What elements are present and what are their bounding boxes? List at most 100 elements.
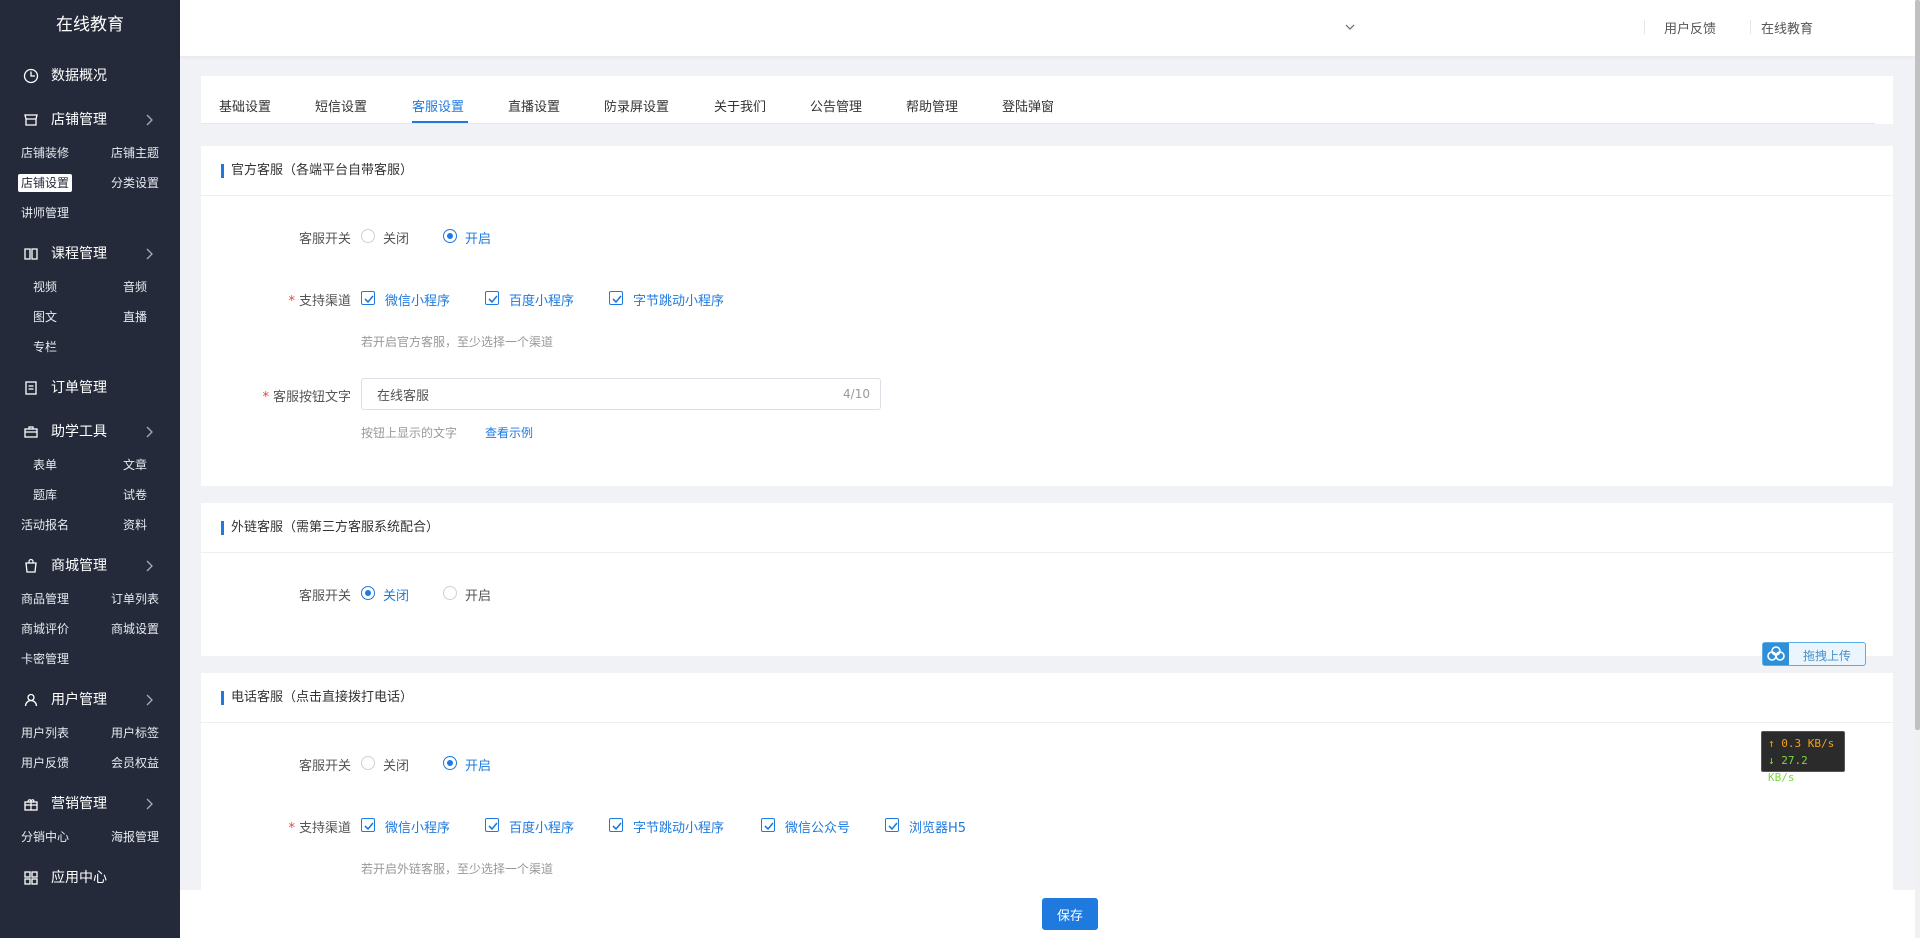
user-feedback-link[interactable]: 用户反馈 xyxy=(1664,18,1716,37)
sidebar-group-users[interactable]: 用户管理 xyxy=(0,682,180,718)
sidebar-item-store-settings[interactable]: 店铺设置 xyxy=(0,168,90,198)
section-title: 官方客服（各端平台自带客服） xyxy=(201,146,1893,196)
sidebar-item-materials[interactable]: 资料 xyxy=(90,510,180,540)
sidebar-item-distribution[interactable]: 分销中心 xyxy=(0,822,90,852)
external-service-card: 外链客服（需第三方客服系统配合） 客服开关 关闭 开启 xyxy=(201,503,1893,656)
sidebar-group-marketing[interactable]: 营销管理 xyxy=(0,786,180,822)
official-channel-baidu-mini-checkbox[interactable]: 百度小程序 xyxy=(485,290,574,309)
phone-channel-wechat-mini-checkbox[interactable]: 微信小程序 xyxy=(361,817,450,836)
official-service-card: 官方客服（各端平台自带客服） 客服开关 关闭 开启 * 支持渠道 微信小程序 百度… xyxy=(201,146,1893,486)
phone-channel-wechat-official-checkbox[interactable]: 微信公众号 xyxy=(761,817,850,836)
sidebar-item-user-feedback[interactable]: 用户反馈 xyxy=(0,748,90,778)
drag-upload-widget[interactable]: 拖拽上传 xyxy=(1762,642,1866,666)
official-channel-wechat-mini-checkbox[interactable]: 微信小程序 xyxy=(361,290,450,309)
vertical-scrollbar[interactable] xyxy=(1915,0,1920,938)
sidebar-item-mall-settings[interactable]: 商城设置 xyxy=(90,614,180,644)
sidebar-group-apps[interactable]: 应用中心 xyxy=(0,860,180,896)
gift-icon xyxy=(24,799,38,811)
sidebar-item-column[interactable]: 专栏 xyxy=(0,332,90,362)
tab-customer-service[interactable]: 客服设置 xyxy=(412,96,464,115)
sidebar-item-video[interactable]: 视频 xyxy=(0,272,90,302)
section-title: 电话客服（点击直接拨打电话） xyxy=(201,673,1893,723)
tab-anti-record[interactable]: 防录屏设置 xyxy=(604,96,669,115)
phone-channel-h5-checkbox[interactable]: 浏览器H5 xyxy=(885,817,966,836)
chevron-right-icon xyxy=(146,426,153,438)
sidebar-item-article[interactable]: 图文 xyxy=(0,302,90,332)
sidebar-item-store-decor[interactable]: 店铺装修 xyxy=(0,138,90,168)
sidebar-item-form[interactable]: 表单 xyxy=(0,450,90,480)
external-switch-off-radio[interactable]: 关闭 xyxy=(361,585,409,604)
tab-help[interactable]: 帮助管理 xyxy=(906,96,958,115)
sidebar-item-user-tags[interactable]: 用户标签 xyxy=(90,718,180,748)
settings-tabs: 基础设置 短信设置 客服设置 直播设置 防录屏设置 关于我们 公告管理 帮助管理… xyxy=(201,76,1893,124)
upload-text: 拖拽上传 xyxy=(1803,649,1852,663)
tab-login-popup[interactable]: 登陆弹窗 xyxy=(1002,96,1054,115)
save-button[interactable]: 保存 xyxy=(1042,898,1098,930)
sidebar-item-live[interactable]: 直播 xyxy=(90,302,180,332)
sidebar-item-products[interactable]: 商品管理 xyxy=(0,584,90,614)
sidebar-item-posters[interactable]: 海报管理 xyxy=(90,822,180,852)
sidebar-group-store[interactable]: 店铺管理 xyxy=(0,102,180,138)
scrollbar-thumb[interactable] xyxy=(1915,0,1920,730)
button-text-input[interactable] xyxy=(362,379,802,409)
sidebar-item-reviews[interactable]: 商城评价 xyxy=(0,614,90,644)
sidebar-group-orders[interactable]: 订单管理 xyxy=(0,370,180,406)
official-switch-off-radio[interactable]: 关闭 xyxy=(361,228,409,247)
phone-channel-baidu-mini-checkbox[interactable]: 百度小程序 xyxy=(485,817,574,836)
official-switch-on-radio[interactable]: 开启 xyxy=(443,228,491,247)
chevron-right-icon xyxy=(146,248,153,260)
order-icon xyxy=(25,381,37,395)
official-channel-bytedance-mini-checkbox[interactable]: 字节跳动小程序 xyxy=(609,290,724,309)
store-icon xyxy=(24,114,38,126)
sidebar-item-exam[interactable]: 试卷 xyxy=(90,480,180,510)
sidebar-item-question-bank[interactable]: 题库 xyxy=(0,480,90,510)
tab-notice[interactable]: 公告管理 xyxy=(810,96,862,115)
phone-service-card: 电话客服（点击直接拨打电话） 客服开关 关闭 开启 * 支持渠道 微信小程序 百度… xyxy=(201,673,1893,890)
user-icon xyxy=(24,693,38,707)
sidebar-item-post[interactable]: 文章 xyxy=(90,450,180,480)
bag-icon xyxy=(25,558,37,573)
tab-about[interactable]: 关于我们 xyxy=(714,96,766,115)
phone-channel-bytedance-mini-checkbox[interactable]: 字节跳动小程序 xyxy=(609,817,724,836)
sidebar-item-membership[interactable]: 会员权益 xyxy=(90,748,180,778)
tab-sms[interactable]: 短信设置 xyxy=(315,96,367,115)
phone-switch-off-radio[interactable]: 关闭 xyxy=(361,755,409,774)
cloud-icon xyxy=(1763,643,1789,665)
view-example-link[interactable]: 查看示例 xyxy=(485,426,533,440)
chevron-right-icon xyxy=(146,114,153,126)
sidebar-item-label: 数据概况 xyxy=(51,68,107,84)
sidebar-item-signup[interactable]: 活动报名 xyxy=(0,510,90,540)
header-divider xyxy=(1644,20,1645,34)
sidebar-group-tools[interactable]: 助学工具 xyxy=(0,414,180,450)
tab-live[interactable]: 直播设置 xyxy=(508,96,560,115)
sidebar: 在线教育 数据概况 店铺管理 店铺装修 店铺主题 店铺设置 分类设置 讲师管理 … xyxy=(0,0,180,938)
account-menu[interactable]: 在线教育 xyxy=(1761,18,1813,37)
bottom-action-bar: 保存 xyxy=(180,890,1915,938)
sidebar-item-category[interactable]: 分类设置 xyxy=(90,168,180,198)
book-icon xyxy=(24,248,38,260)
sidebar-item-store-theme[interactable]: 店铺主题 xyxy=(90,138,180,168)
chevron-right-icon xyxy=(146,694,153,706)
sidebar-item-order-list[interactable]: 订单列表 xyxy=(90,584,180,614)
sidebar-group-label: 订单管理 xyxy=(51,380,107,396)
sidebar-item-user-list[interactable]: 用户列表 xyxy=(0,718,90,748)
sidebar-item-overview[interactable]: 数据概况 xyxy=(0,58,180,94)
sidebar-group-label: 应用中心 xyxy=(51,870,107,886)
button-text-field[interactable]: 4/10 xyxy=(361,378,881,410)
button-text-hint: 按钮上显示的文字 查看示例 xyxy=(361,426,534,440)
toolbox-icon xyxy=(24,426,38,438)
phone-switch-on-radio[interactable]: 开启 xyxy=(443,755,491,774)
switch-label: 客服开关 xyxy=(298,589,351,604)
section-title: 外链客服（需第三方客服系统配合） xyxy=(201,503,1893,553)
external-switch-on-radio[interactable]: 开启 xyxy=(443,585,491,604)
sidebar-item-audio[interactable]: 音频 xyxy=(90,272,180,302)
sidebar-group-mall[interactable]: 商城管理 xyxy=(0,548,180,584)
top-header: 用户反馈 在线教育 xyxy=(180,0,1915,56)
network-speed-widget: ↑ 0.3 KB/s ↓ 27.2 KB/s xyxy=(1761,731,1845,784)
sidebar-item-teacher[interactable]: 讲师管理 xyxy=(0,198,90,228)
tab-basic[interactable]: 基础设置 xyxy=(219,96,271,115)
chevron-down-icon[interactable] xyxy=(1345,23,1355,31)
tabs-divider xyxy=(201,123,1875,124)
sidebar-item-card-keys[interactable]: 卡密管理 xyxy=(0,644,90,674)
sidebar-group-course[interactable]: 课程管理 xyxy=(0,236,180,272)
